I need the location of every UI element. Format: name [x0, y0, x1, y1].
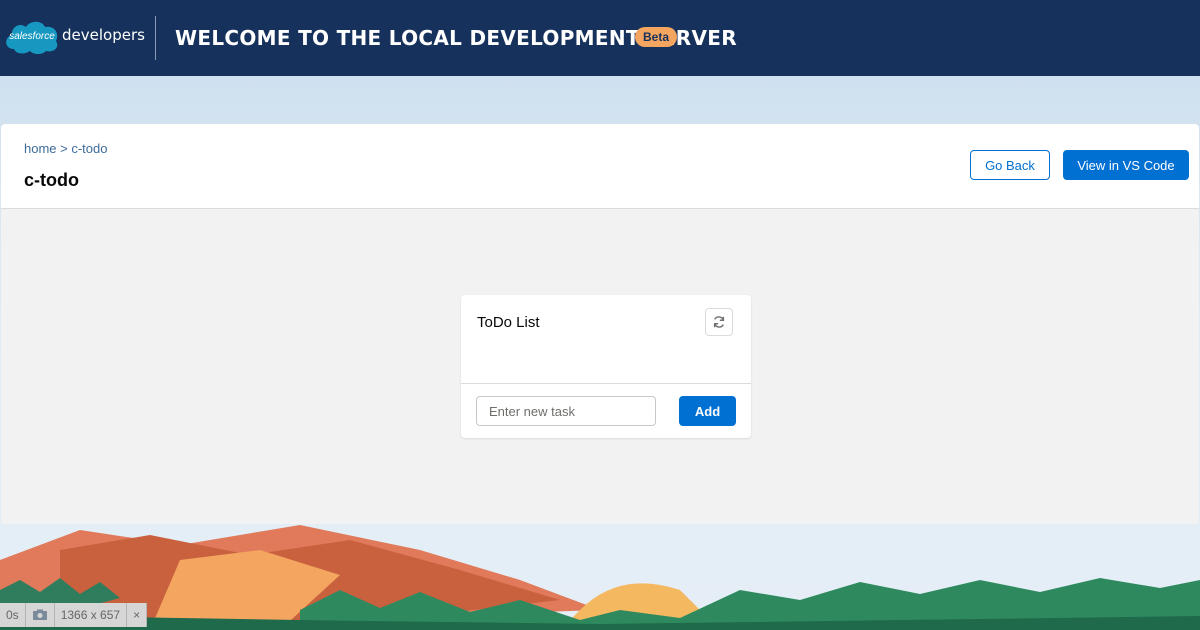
beta-badge: Beta [635, 27, 678, 47]
add-task-button[interactable]: Add [679, 396, 736, 426]
todo-card-title: ToDo List [477, 314, 540, 331]
header-divider [155, 16, 156, 60]
camera-button[interactable] [26, 603, 55, 627]
card-divider [461, 383, 751, 384]
screen-dimensions: 1366 x 657 [55, 603, 128, 627]
page-title: c-todo [24, 170, 79, 190]
breadcrumb[interactable]: home > c-todo [24, 141, 107, 156]
landscape-illustration [0, 525, 1200, 630]
refresh-icon [713, 316, 725, 328]
component-header: home > c-todo c-todo Go Back View in VS … [1, 124, 1199, 209]
developers-logo-text: developers [62, 26, 145, 44]
salesforce-logo-text: salesforce [9, 31, 55, 42]
refresh-button[interactable] [705, 308, 733, 336]
close-recorder-button[interactable]: × [127, 603, 148, 627]
camera-icon [32, 609, 47, 620]
go-back-button[interactable]: Go Back [970, 150, 1050, 180]
recording-time: 0s [0, 603, 26, 627]
new-task-input[interactable] [476, 396, 656, 426]
top-header: salesforce developers Welcome to the Loc… [0, 0, 1200, 76]
view-in-vscode-button[interactable]: View in VS Code [1063, 150, 1189, 180]
screen-recorder-toolbar: 0s 1366 x 657 × [0, 603, 148, 627]
todo-card: ToDo List Add [461, 295, 751, 438]
